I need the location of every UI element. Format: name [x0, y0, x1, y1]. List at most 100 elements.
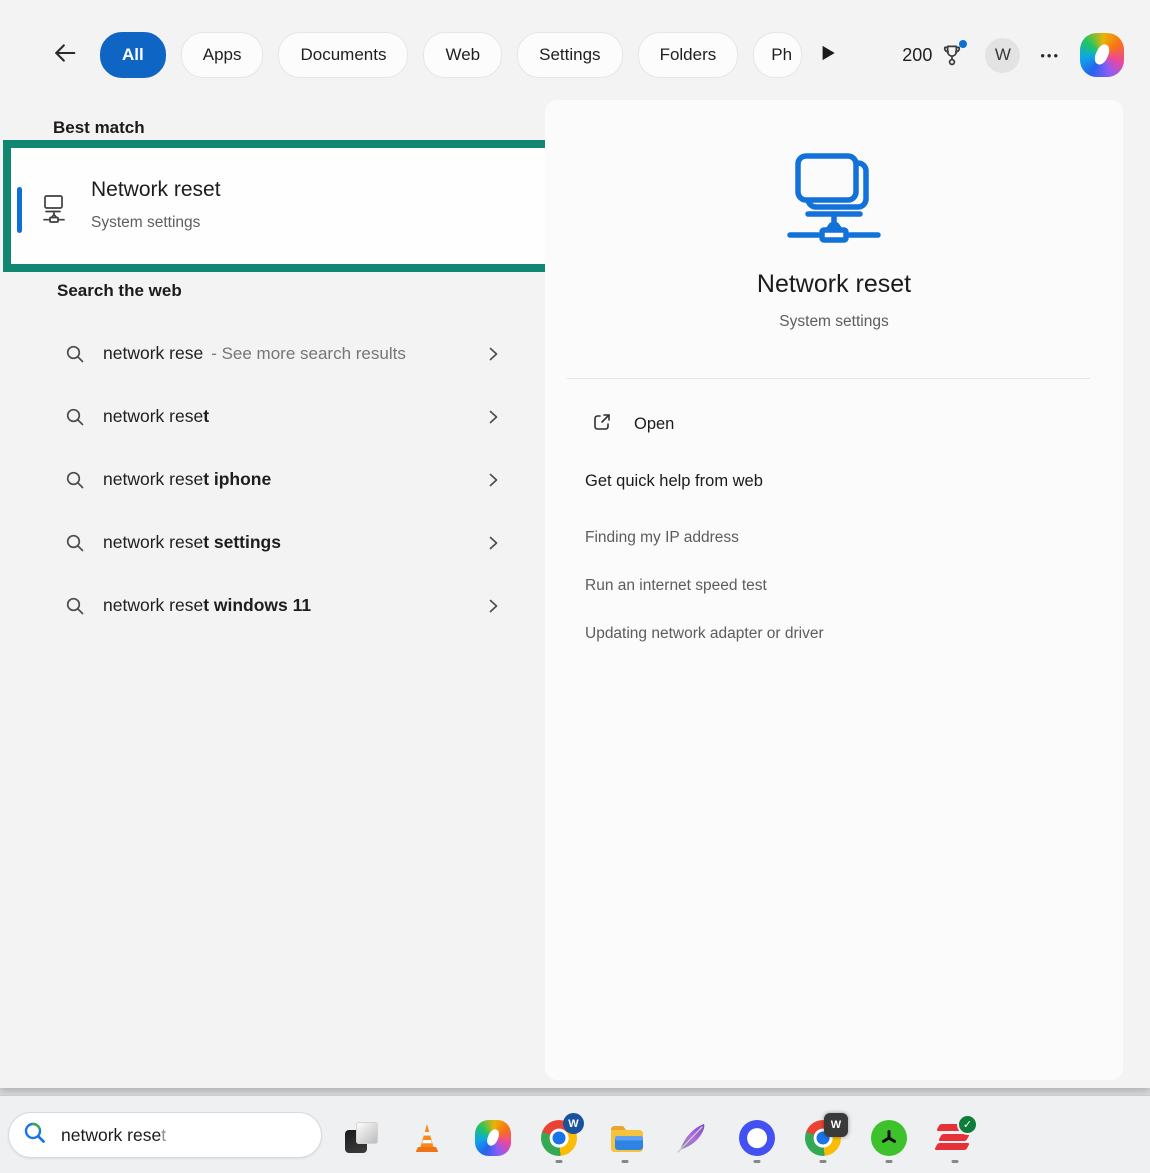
- green-utility-icon[interactable]: [871, 1120, 907, 1156]
- taskbar-search-value: network reset: [61, 1125, 166, 1146]
- web-suggestion-row[interactable]: network rese- See more search results: [40, 322, 520, 385]
- chevron-right-icon[interactable]: [484, 597, 502, 615]
- suggestion-text: network rese- See more search results: [103, 343, 406, 364]
- preview-title: Network reset: [545, 270, 1123, 299]
- open-external-icon: [591, 411, 613, 438]
- filter-documents[interactable]: Documents: [278, 32, 408, 78]
- filter-label: Web: [445, 45, 480, 65]
- suggestion-query: network rese: [103, 532, 203, 552]
- filter-label: Ph: [771, 45, 792, 65]
- web-suggestion-list: network rese- See more search results ne…: [40, 322, 520, 637]
- running-indicator: [886, 1160, 893, 1163]
- running-indicator: [820, 1160, 827, 1163]
- search-the-web-heading: Search the web: [57, 281, 182, 301]
- quick-help-link[interactable]: Updating network adapter or driver: [585, 610, 1083, 658]
- suggestion-text: network reset: [103, 406, 209, 427]
- search-results-panel: All Apps Documents Web Settings Folders …: [0, 0, 1150, 1088]
- best-match-subtitle: System settings: [91, 214, 200, 232]
- rewards-points: 200: [902, 45, 932, 66]
- filter-label: Settings: [539, 45, 600, 65]
- filter-web[interactable]: Web: [423, 32, 502, 78]
- copilot-icon[interactable]: [475, 1120, 511, 1156]
- web-suggestion-row[interactable]: network reset: [40, 385, 520, 448]
- layers-light-square: [356, 1122, 378, 1144]
- filter-label: Documents: [300, 45, 386, 65]
- suggestion-completion: t: [203, 406, 209, 426]
- autocomplete-ghost: t: [161, 1125, 166, 1145]
- filter-folders[interactable]: Folders: [638, 32, 739, 78]
- best-match-heading: Best match: [53, 118, 145, 138]
- quick-help-link[interactable]: Run an internet speed test: [585, 562, 1083, 610]
- chrome-icon[interactable]: W: [541, 1120, 577, 1156]
- web-suggestion-row[interactable]: network reset iphone: [40, 448, 520, 511]
- search-icon: [64, 532, 86, 554]
- signal-icon[interactable]: [739, 1120, 775, 1156]
- suggestion-query: network rese: [103, 469, 203, 489]
- filter-photos-truncated[interactable]: Ph: [753, 32, 802, 78]
- rewards-notification-dot: [959, 40, 967, 48]
- suggestion-text: network reset windows 11: [103, 595, 311, 616]
- layers-icon[interactable]: [343, 1120, 379, 1156]
- suggestion-completion: t iphone: [203, 469, 271, 489]
- typed-query: network rese: [61, 1125, 161, 1145]
- suggestion-annotation: - See more search results: [211, 344, 406, 363]
- suggestion-text: network reset iphone: [103, 469, 271, 490]
- back-arrow-icon: [51, 39, 79, 72]
- open-action[interactable]: Open: [591, 406, 674, 442]
- running-indicator: [622, 1160, 629, 1163]
- search-icon: [64, 595, 86, 617]
- network-reset-icon: [41, 193, 73, 230]
- chevron-right-icon[interactable]: [484, 408, 502, 426]
- taskbar: network reset: [0, 1095, 1150, 1173]
- ellipsis-icon: •••: [1040, 48, 1060, 63]
- web-suggestion-row[interactable]: network reset windows 11: [40, 574, 520, 637]
- chrome-work-icon[interactable]: W: [805, 1120, 841, 1156]
- vlc-icon[interactable]: [409, 1120, 445, 1156]
- avatar-initial: W: [995, 45, 1011, 65]
- feather-icon[interactable]: [673, 1120, 709, 1156]
- search-filter-bar: All Apps Documents Web Settings Folders …: [48, 30, 1124, 80]
- chevron-right-icon[interactable]: [484, 345, 502, 363]
- network-reset-large-icon: [784, 150, 884, 251]
- back-button[interactable]: [48, 38, 82, 72]
- account-avatar[interactable]: W: [985, 38, 1020, 73]
- taskbar-search-icon: [22, 1120, 48, 1151]
- green-app-logo: [871, 1120, 907, 1156]
- suggestion-query: network rese: [103, 406, 203, 426]
- windows-search-flyout: All Apps Documents Web Settings Folders …: [0, 0, 1150, 1173]
- divider: [567, 378, 1090, 379]
- copilot-logo: [475, 1120, 511, 1156]
- quick-help-link[interactable]: Finding my IP address: [585, 514, 1083, 562]
- signal-logo: [739, 1120, 775, 1156]
- web-suggestion-row[interactable]: network reset settings: [40, 511, 520, 574]
- filter-apps[interactable]: Apps: [181, 32, 264, 78]
- chevron-right-icon[interactable]: [484, 471, 502, 489]
- annotation-highlight-box: Network reset System settings: [3, 140, 625, 272]
- filter-all[interactable]: All: [100, 32, 166, 78]
- expressvpn-icon[interactable]: ✓: [937, 1120, 973, 1156]
- running-indicator: [754, 1160, 761, 1163]
- filter-settings[interactable]: Settings: [517, 32, 622, 78]
- filter-label: All: [122, 45, 144, 65]
- trophy-icon: [939, 42, 965, 68]
- taskbar-search-box[interactable]: network reset: [8, 1112, 322, 1158]
- more-options-button[interactable]: •••: [1040, 48, 1060, 63]
- file-explorer-icon[interactable]: [607, 1120, 643, 1156]
- open-label: Open: [634, 415, 674, 434]
- suggestion-text: network reset settings: [103, 532, 281, 553]
- rewards-button[interactable]: 200: [902, 42, 965, 68]
- search-icon: [64, 343, 86, 365]
- play-triangle-icon: [816, 42, 838, 69]
- search-icon: [64, 406, 86, 428]
- scroll-filters-right-button[interactable]: [816, 42, 838, 69]
- taskbar-icons: W: [343, 1120, 973, 1156]
- best-match-result[interactable]: Network reset System settings: [11, 148, 617, 264]
- filter-label: Folders: [660, 45, 717, 65]
- suggestion-completion: t windows 11: [203, 595, 311, 615]
- filter-pills: All Apps Documents Web Settings Folders …: [100, 32, 802, 78]
- verified-check-badge: ✓: [957, 1114, 978, 1135]
- copilot-icon[interactable]: [1080, 33, 1124, 77]
- preview-subtitle: System settings: [545, 313, 1123, 331]
- chevron-right-icon[interactable]: [484, 534, 502, 552]
- topbar-right-cluster: 200 W •••: [902, 33, 1124, 77]
